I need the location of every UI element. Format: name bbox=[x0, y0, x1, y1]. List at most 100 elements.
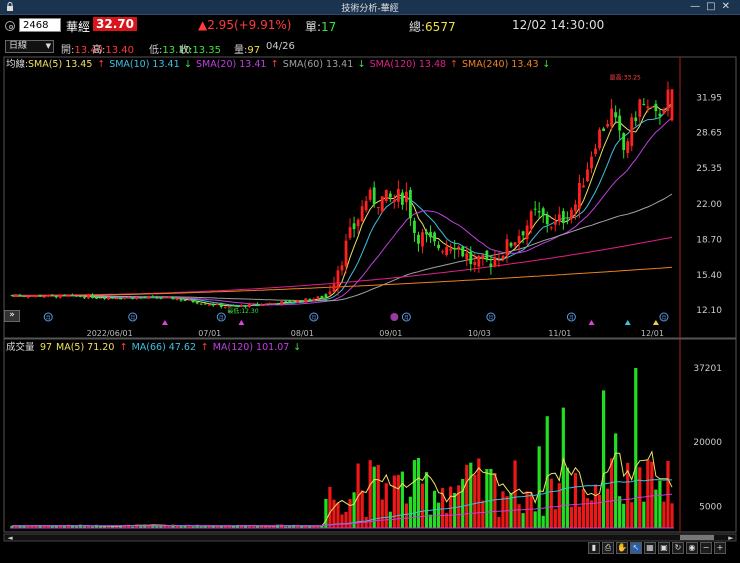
volume-bar bbox=[614, 433, 618, 528]
candle-body bbox=[545, 214, 549, 225]
date-tick-label: 2022/06/01 bbox=[87, 329, 133, 338]
candle-body bbox=[433, 232, 436, 242]
price-y-tick-label: 12.10 bbox=[696, 306, 722, 316]
volume-bar bbox=[565, 467, 569, 528]
month-marker-label: 月 bbox=[219, 316, 224, 322]
candle-body bbox=[66, 295, 70, 297]
candle-body bbox=[244, 305, 247, 307]
volume-bar bbox=[404, 503, 408, 528]
horizontal-scrollbar[interactable] bbox=[3, 533, 737, 542]
candle-body bbox=[421, 232, 424, 247]
candle-body bbox=[215, 303, 219, 305]
volume-bar bbox=[384, 483, 388, 528]
candle-body bbox=[159, 297, 163, 299]
candle-body bbox=[171, 296, 175, 300]
candle-body bbox=[276, 303, 280, 305]
candle-body bbox=[634, 117, 638, 122]
month-marker-label: 月 bbox=[661, 316, 666, 322]
hand-icon[interactable]: ✋ bbox=[616, 542, 628, 554]
candle-body bbox=[231, 305, 235, 307]
candle-body bbox=[219, 303, 223, 307]
chart-toolbar: ▮ ⎙ ✋ ↖ ▦ ▣ ↻ ◉ − + bbox=[588, 542, 726, 556]
volume-bar bbox=[650, 461, 654, 528]
candle-body bbox=[642, 103, 646, 105]
candle-body bbox=[505, 239, 509, 256]
volume-legend-item: MA(5) 71.20 bbox=[56, 342, 114, 353]
volume-bar bbox=[529, 492, 533, 528]
candle-body bbox=[594, 148, 597, 155]
pointer-icon[interactable]: ↖ bbox=[630, 542, 642, 554]
volume-bar bbox=[630, 502, 634, 528]
scrollbar-thumb[interactable] bbox=[680, 535, 714, 540]
event-triangle bbox=[161, 320, 168, 325]
technical-chart[interactable]: 31.95 28.65 25.35 22.00 18.70 15.40 12.10 2022/… bbox=[0, 0, 740, 563]
price-legend-item: SMA(20) 13.41 bbox=[196, 59, 266, 70]
candle-body bbox=[509, 242, 513, 247]
candle-body bbox=[284, 300, 288, 302]
volume-legend-arrow: ↓ bbox=[293, 342, 301, 353]
volume-bar bbox=[481, 500, 485, 528]
volume-legend-arrow: ↑ bbox=[201, 342, 209, 353]
candle-body bbox=[662, 110, 666, 114]
candle-body bbox=[99, 297, 102, 299]
zoom-out-icon[interactable]: − bbox=[700, 542, 712, 554]
price-y-tick-label: 18.70 bbox=[696, 235, 722, 245]
candle-body bbox=[521, 231, 525, 236]
candle-body bbox=[312, 298, 316, 301]
month-marker-label: 月 bbox=[130, 316, 135, 322]
candle-body bbox=[14, 295, 18, 297]
candle-body bbox=[167, 296, 171, 298]
candle-body bbox=[461, 246, 465, 257]
candle-body bbox=[485, 250, 489, 260]
candle-body bbox=[573, 204, 577, 211]
candle-body bbox=[529, 211, 533, 229]
date-tick-label: 07/01 bbox=[198, 329, 221, 338]
volume-bar bbox=[340, 514, 344, 528]
ma-line-5 bbox=[12, 103, 673, 307]
zoom-in-icon[interactable]: + bbox=[714, 542, 726, 554]
candle-body bbox=[549, 227, 553, 229]
candle-body bbox=[618, 115, 622, 131]
refresh-icon[interactable]: ↻ bbox=[672, 542, 684, 554]
volume-bar bbox=[428, 514, 433, 528]
price-legend-arrow: ↑ bbox=[450, 59, 458, 70]
candle-body bbox=[368, 189, 372, 200]
low-annotation: 最低:12.30 bbox=[227, 307, 258, 315]
candle-body bbox=[58, 294, 62, 298]
price-legend-arrow: ↑ bbox=[97, 59, 105, 70]
print-icon[interactable]: ⎙ bbox=[602, 542, 614, 554]
candle-body bbox=[332, 283, 336, 293]
price-legend-item: SMA(240) 13.43 bbox=[462, 59, 539, 70]
volume-bar bbox=[601, 390, 606, 528]
date-tick-label: 10/03 bbox=[468, 329, 491, 338]
candle-body bbox=[292, 301, 296, 303]
candle-body bbox=[396, 188, 400, 202]
candle-body bbox=[135, 297, 139, 300]
candle-body bbox=[248, 303, 251, 307]
volume-bar bbox=[465, 464, 469, 528]
volume-bar bbox=[505, 496, 509, 528]
candle-body bbox=[46, 294, 50, 297]
expand-button[interactable]: » bbox=[4, 310, 20, 322]
candle-body bbox=[50, 294, 54, 296]
grid-icon[interactable]: ▦ bbox=[644, 542, 656, 554]
measure-icon[interactable]: ▣ bbox=[658, 542, 670, 554]
volume-y-tick-label: 37201 bbox=[693, 364, 722, 374]
volume-legend-prefix: 成交量 bbox=[6, 341, 35, 353]
candle-body bbox=[586, 169, 589, 182]
eye-icon[interactable]: ◉ bbox=[686, 542, 698, 554]
price-legend-item: SMA(120) 13.48 bbox=[370, 59, 447, 70]
month-marker-label: 月 bbox=[569, 316, 574, 322]
volume-bar bbox=[573, 473, 578, 528]
cursor-tool-icon[interactable]: ▮ bbox=[588, 542, 600, 554]
candle-body bbox=[223, 306, 227, 308]
volume-bar bbox=[280, 524, 284, 528]
volume-bar bbox=[561, 407, 565, 528]
price-y-tick-label: 28.65 bbox=[696, 129, 722, 139]
candle-body bbox=[308, 298, 312, 301]
volume-bar bbox=[424, 472, 429, 528]
volume-bar bbox=[489, 468, 493, 528]
candle-body bbox=[376, 206, 380, 208]
event-triangle-yellow bbox=[652, 320, 659, 325]
date-tick-label: 09/01 bbox=[379, 329, 402, 338]
